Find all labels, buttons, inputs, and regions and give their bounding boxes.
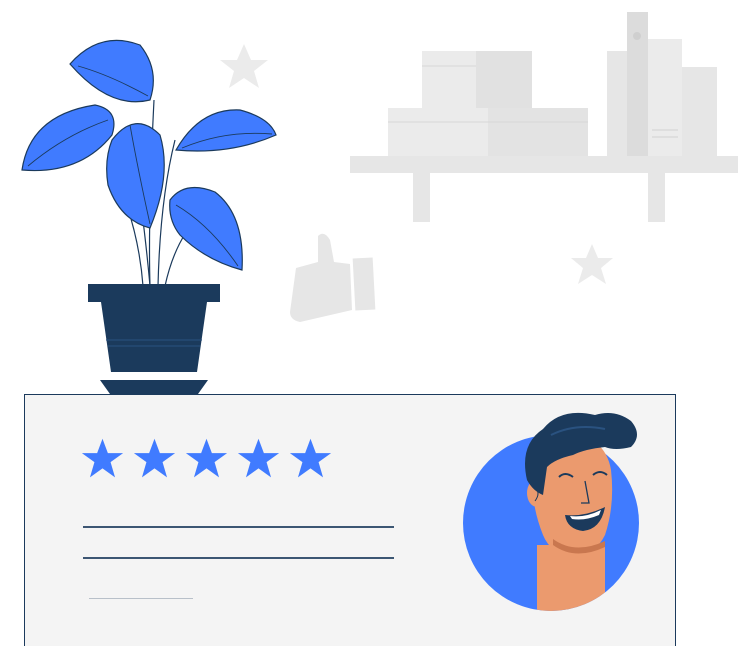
star-rating [81, 437, 332, 480]
avatar-icon [463, 412, 639, 611]
rating-star-icon [81, 438, 124, 478]
rating-star-icon [133, 438, 176, 478]
rating-star-icon [237, 438, 280, 478]
review-text-line [83, 526, 394, 528]
star-icon [220, 44, 268, 88]
review-text-line-short [89, 598, 193, 599]
shelf-icon [350, 12, 738, 222]
star-icon [571, 244, 613, 284]
review-text-line [83, 557, 394, 559]
thumbs-up-icon [290, 233, 376, 322]
rating-star-icon [185, 438, 228, 478]
plant-icon [21, 39, 277, 394]
review-card [24, 394, 676, 646]
rating-star-icon [289, 438, 332, 478]
